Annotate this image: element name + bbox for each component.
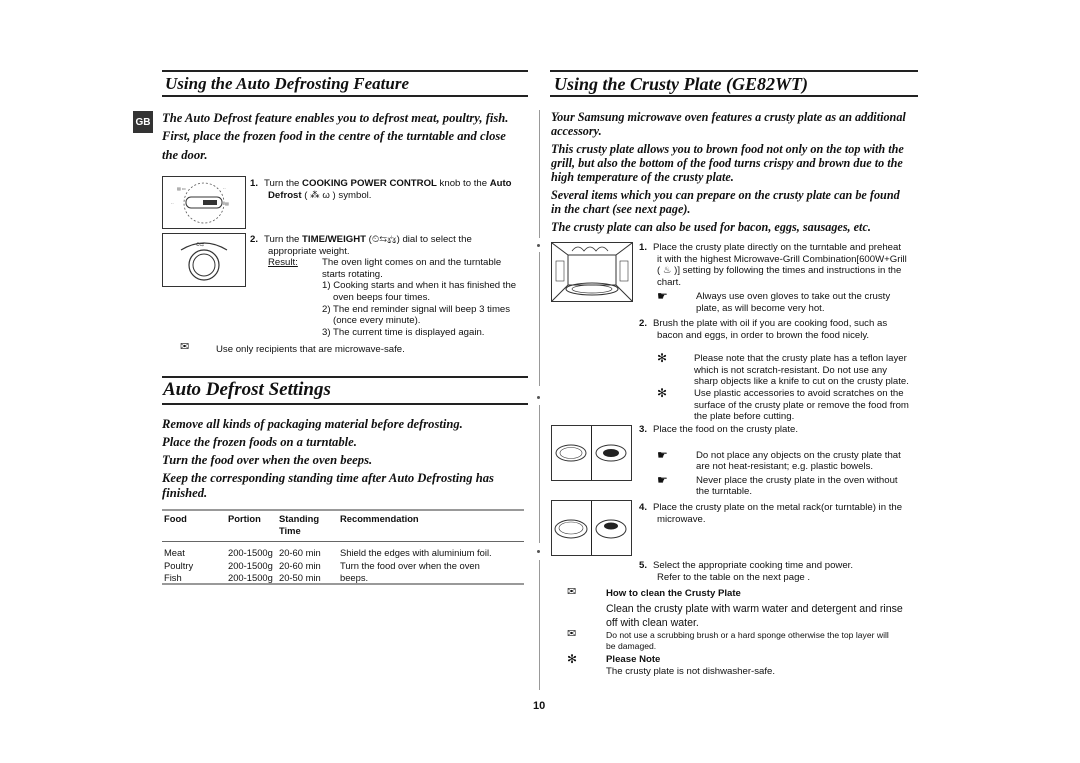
table-row: Meat 200-1500g 20-60 min Shield the edges w… (164, 547, 492, 558)
dial-icon: ⏲⇆ (180, 242, 228, 281)
plate-food-figure (551, 425, 632, 481)
clean-text: Clean the crusty plate with warm water a… (606, 603, 903, 629)
step-1: 1. Turn the COOKING POWER CONTROL knob to… (250, 178, 512, 201)
step-number: 2. (250, 234, 259, 245)
star-icon: ✻ (567, 652, 578, 666)
crusty-step-3: 3. Place the food on the crusty plate. ☛ … (639, 424, 901, 498)
divider-dot (537, 550, 540, 553)
left-section-title: Using the Auto Defrosting Feature (165, 74, 410, 93)
star-icon: ✻ (657, 351, 668, 365)
table-row: Fish 200-1500g 20-50 min beeps. (164, 572, 369, 584)
left-title-bottom-rule (162, 95, 528, 97)
right-title-top-rule (550, 70, 918, 72)
left-intro: The Auto Defrost feature enables you to … (162, 111, 532, 163)
settings-title: Auto Defrost Settings (163, 379, 331, 400)
column-divider (539, 252, 540, 386)
svg-text:⏲⇆: ⏲⇆ (196, 242, 204, 248)
column-divider (539, 405, 540, 543)
power-knob-icon: ▤ ▭ ·· ▤ ·· (171, 182, 229, 224)
settings-title-top-rule (162, 376, 528, 378)
intro-line: The Auto Defrost feature enables you to … (162, 111, 509, 125)
plate-on-rack-icon (554, 501, 627, 555)
teflon-note: Please note that the crusty plate has a … (694, 353, 909, 388)
settings-intro: Remove all kinds of packaging material b… (162, 417, 494, 500)
column-divider (539, 110, 540, 238)
divider-dot (537, 244, 540, 247)
please-note-title: Please Note (606, 654, 661, 665)
column-header: Food (164, 513, 187, 524)
power-knob-figure: ▤ ▭ ·· ▤ ·· (162, 176, 246, 229)
svg-text:··: ·· (223, 186, 226, 191)
intro-line: the door. (162, 148, 208, 162)
crusty-step-5: 5. Select the appropriate cooking time an… (639, 560, 853, 583)
step-2: 2. Turn the TIME/WEIGHT (⏲⇆⚖) dial to sel… (250, 234, 535, 338)
right-section-title: Using the Crusty Plate (GE82WT) (554, 74, 809, 94)
column-header: Recommendation (340, 513, 419, 524)
svg-text:··: ·· (171, 201, 174, 206)
time-weight-dial-figure: ⏲⇆ (162, 233, 246, 287)
plate-icon (555, 426, 627, 480)
scrub-note: Do not use a scrubbing brush or a hard s… (606, 630, 889, 651)
hand-icon: ☛ (657, 447, 668, 462)
table-row: Poultry 200-1500g 20-60 min Turn the food o… (164, 559, 480, 571)
plastic-accessory-note: Use plastic accessories to avoid scratch… (694, 388, 909, 423)
sub-item: 2) The end reminder signal will beep 3 t… (322, 303, 511, 327)
intro-line: First, place the frozen food in the cent… (162, 129, 506, 143)
crusty-step-2: 2. Brush the plate with oil if you are co… (639, 318, 888, 341)
right-intro: Your Samsung microwave oven features a c… (551, 110, 906, 234)
crusty-step-4: 4. Place the crusty plate on the metal ra… (639, 502, 903, 525)
note-icon: ✉ (180, 341, 190, 353)
settings-title-bottom-rule (162, 403, 528, 405)
sub-item: 1) Cooking starts and when it has finish… (322, 280, 517, 303)
oven-interior-figure (551, 242, 633, 302)
page-number: 10 (533, 700, 546, 712)
defrost-table: Food Portion Standing Time Recommendatio… (162, 511, 524, 585)
note-icon: ✉ (567, 628, 577, 640)
language-badge: GB (133, 111, 153, 133)
column-header: Standing Time (279, 513, 320, 536)
sub-item: 3) The current time is displayed again. (322, 326, 485, 338)
clean-title: How to clean the Crusty Plate (606, 588, 741, 599)
crusty-step-1: 1. Place the crusty plate directly on the… (639, 242, 907, 314)
result-label: Result: (268, 257, 298, 269)
column-header: Portion (228, 513, 261, 524)
hand-icon: ☛ (657, 472, 668, 487)
right-title-bottom-rule (550, 95, 918, 97)
step-number: 1. (250, 178, 259, 189)
please-note-text: The crusty plate is not dishwasher-safe. (606, 666, 776, 677)
hand-icon: ☛ (657, 289, 668, 304)
left-title-top-rule (162, 70, 528, 72)
star-icon: ✻ (657, 386, 668, 400)
divider-dot (537, 396, 540, 399)
note-icon: ✉ (567, 586, 577, 598)
oven-icon (551, 242, 633, 302)
table-header-row: Food Portion Standing Time Recommendatio… (162, 511, 524, 542)
svg-text:▤: ▤ (225, 201, 229, 206)
microwave-safe-note: Use only recipients that are microwave-s… (216, 344, 405, 355)
svg-text:▤ ▭: ▤ ▭ (177, 186, 186, 191)
plate-rack-figure (551, 500, 632, 556)
column-divider (539, 560, 540, 690)
